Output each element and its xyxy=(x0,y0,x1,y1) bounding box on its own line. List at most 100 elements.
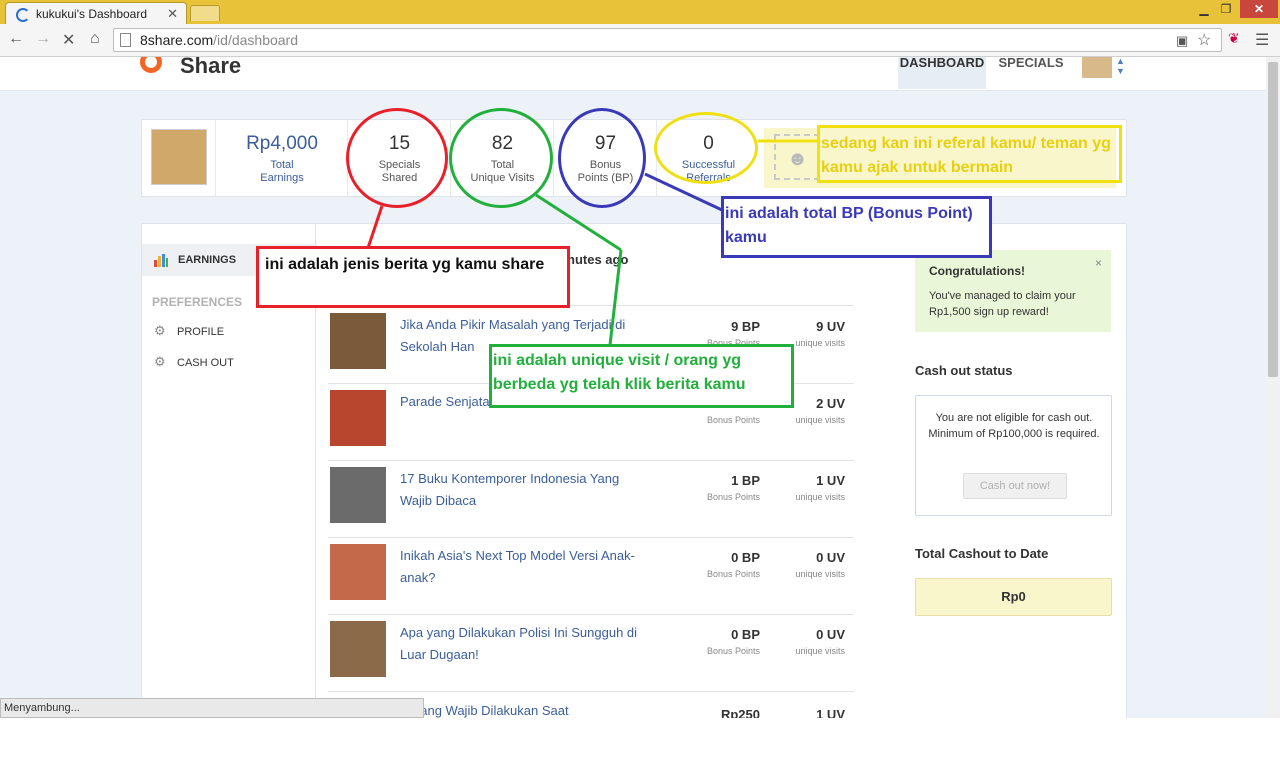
stop-icon[interactable]: ✕ xyxy=(62,30,75,50)
unique-visits-label: unique visits xyxy=(795,338,845,348)
bonus-points-label: Bonus Points xyxy=(706,569,760,579)
list-item[interactable]: 17 Buku Kontemporer Indonesia Yang Wajib… xyxy=(328,460,854,538)
cashout-status-box: You are not eligible for cash out. Minim… xyxy=(915,395,1112,516)
bonus-points-value: 0 BP xyxy=(731,627,760,642)
article-thumbnail[interactable] xyxy=(330,467,386,523)
list-item[interactable]: Inikah Asia's Next Top Model Versi Anak-… xyxy=(328,537,854,615)
site-logo-text[interactable]: Share xyxy=(180,57,241,79)
browser-titlebar: kukukui's Dashboard ✕ ▁ ❐ ✕ xyxy=(0,0,1280,25)
article-thumbnail[interactable] xyxy=(330,313,386,369)
translate-icon[interactable]: ▣ xyxy=(1176,33,1188,49)
stat-label: Total Unique Visits xyxy=(470,159,535,184)
back-arrow-icon[interactable]: ← xyxy=(8,30,24,48)
article-thumbnail[interactable] xyxy=(330,544,386,600)
user-avatar[interactable] xyxy=(1082,57,1112,78)
close-window-button[interactable]: ✕ xyxy=(1240,0,1278,18)
gear-icon: ⚙ xyxy=(154,354,166,369)
bonus-points-value: 1 BP xyxy=(731,473,760,488)
article-title-link[interactable]: al yang Wajib Dilakukan Saat xyxy=(400,700,645,718)
total-cashout-title: Total Cashout to Date xyxy=(915,546,1049,561)
close-icon[interactable]: × xyxy=(1095,256,1102,270)
sidebar-section-preferences: PREFERENCES xyxy=(152,295,243,309)
unique-visits-label: unique visits xyxy=(795,646,845,656)
browser-tab[interactable]: kukukui's Dashboard ✕ xyxy=(5,2,187,25)
home-icon[interactable]: ⌂ xyxy=(90,30,100,48)
article-title-link[interactable]: Jika Anda Pikir Masalah yang Terjadi di … xyxy=(400,314,645,358)
address-bar[interactable]: 8share.com/id/dashboard ▣ ☆ xyxy=(113,28,1222,52)
stat-value: 82 xyxy=(491,133,514,154)
bonus-points-value: 2 BP xyxy=(731,396,760,411)
congrats-body: You've managed to claim your Rp1,500 sig… xyxy=(929,290,1076,318)
unique-visits-value: 0 UV xyxy=(816,550,845,565)
page-icon xyxy=(120,33,131,47)
article-title-link[interactable]: 17 Buku Kontemporer Indonesia Yang Wajib… xyxy=(400,468,645,512)
tab-title: kukukui's Dashboard xyxy=(36,7,148,21)
bonus-points-label: Bonus Points xyxy=(706,415,760,425)
stat-total-earnings[interactable]: Rp4,000 Total Earnings xyxy=(215,120,348,196)
scrollbar[interactable] xyxy=(1266,57,1280,718)
bonus-points-label: Bonus Points xyxy=(706,492,760,502)
sidebar-item-profile[interactable]: ⚙ PROFILE xyxy=(154,323,224,339)
minimize-button[interactable]: ▁ xyxy=(1193,0,1215,18)
profile-avatar xyxy=(151,129,207,185)
stats-bar: Rp4,000 Total Earnings 15 Specials Shared … xyxy=(141,119,1127,197)
article-title-link[interactable]: Apa yang Dilakukan Polisi Ini Sungguh di… xyxy=(400,622,645,666)
menu-icon[interactable]: ☰ xyxy=(1255,30,1269,50)
congrats-notice: Congratulations! You've managed to claim… xyxy=(915,250,1111,332)
dashboard-panel: EARNINGS PREFERENCES ⚙ PROFILE ⚙ CASH OUT … xyxy=(141,223,1127,718)
sidebar-item-earnings[interactable]: EARNINGS xyxy=(142,244,315,276)
page-viewport: Share DASHBOARD SPECIALS ▲ ▼ Rp4,000 Tota… xyxy=(0,57,1266,718)
unique-visits-value: 2 UV xyxy=(816,396,845,411)
cashout-message: You are not eligible for cash out. Minim… xyxy=(928,412,1100,440)
unique-visits-label: unique visits xyxy=(795,415,845,425)
scrollbar-thumb[interactable] xyxy=(1268,62,1278,377)
stat-unique-visits: 82 Total Unique Visits xyxy=(450,120,554,196)
article-title-link[interactable]: Parade Senjata xyxy=(400,391,645,413)
unique-visits-value: 0 UV xyxy=(816,627,845,642)
stat-value: Rp4,000 xyxy=(246,133,318,154)
stat-label: Successful Referrals xyxy=(681,159,736,184)
stat-value: 97 xyxy=(594,133,617,154)
stat-value: 15 xyxy=(388,133,411,154)
bonus-points-label: Bonus Points xyxy=(706,338,760,348)
congrats-title: Congratulations! xyxy=(929,264,1025,278)
sidebar-item-label: EARNINGS xyxy=(178,254,237,266)
list-item[interactable]: Jika Anda Pikir Masalah yang Terjadi di … xyxy=(328,306,854,384)
browser-status-bar: Menyambung... xyxy=(0,698,424,718)
unique-visits-label: unique visits xyxy=(795,492,845,502)
bonus-points-value: Rp250 xyxy=(720,707,760,718)
article-thumbnail[interactable] xyxy=(330,390,386,446)
loading-icon xyxy=(16,8,30,22)
tab-close-icon[interactable]: ✕ xyxy=(167,6,178,22)
logo-icon[interactable] xyxy=(140,57,162,73)
url-text: 8share.com/id/dashboard xyxy=(140,32,298,48)
gear-icon: ⚙ xyxy=(154,323,166,338)
extension-icon[interactable]: ❦ xyxy=(1228,30,1240,47)
nav-specials[interactable]: SPECIALS xyxy=(996,57,1066,70)
bonus-points-value: 9 BP xyxy=(731,319,760,334)
article-title-link[interactable]: Inikah Asia's Next Top Model Versi Anak-… xyxy=(400,545,645,589)
stat-label: Specials Shared xyxy=(378,159,421,184)
cashout-status-title: Cash out status xyxy=(915,363,1013,378)
stat-label: Total Earnings xyxy=(260,159,304,184)
list-item[interactable]: Parade Senjata 2 BP Bonus Points 2 UV un… xyxy=(328,383,854,461)
list-item[interactable]: Apa yang Dilakukan Polisi Ini Sungguh di… xyxy=(328,614,854,692)
last-updated-text: nutes ago xyxy=(567,252,629,267)
account-dropdown-icon[interactable]: ▲ ▼ xyxy=(1116,57,1125,76)
maximize-button[interactable]: ❐ xyxy=(1215,0,1237,18)
article-thumbnail[interactable] xyxy=(330,621,386,677)
screen-bottom xyxy=(0,718,1280,775)
new-tab-button[interactable] xyxy=(190,5,220,21)
stat-successful-referrals[interactable]: 0 Successful Referrals xyxy=(656,120,760,196)
sidebar-item-cash-out[interactable]: ⚙ CASH OUT xyxy=(154,354,234,370)
add-friend-icon[interactable]: ☻ xyxy=(774,134,820,180)
invite-friend-box[interactable]: ☻ xyxy=(764,128,1116,188)
unique-visits-label: unique visits xyxy=(795,569,845,579)
sidebar: EARNINGS PREFERENCES ⚙ PROFILE ⚙ CASH OUT xyxy=(142,224,316,718)
forward-arrow-icon[interactable]: → xyxy=(35,30,51,48)
cash-out-button[interactable]: Cash out now! xyxy=(963,473,1067,499)
bookmark-star-icon[interactable]: ☆ xyxy=(1197,30,1211,50)
nav-dashboard[interactable]: DASHBOARD xyxy=(898,57,986,89)
unique-visits-value: 1 UV xyxy=(816,473,845,488)
stat-specials-shared: 15 Specials Shared xyxy=(347,120,451,196)
